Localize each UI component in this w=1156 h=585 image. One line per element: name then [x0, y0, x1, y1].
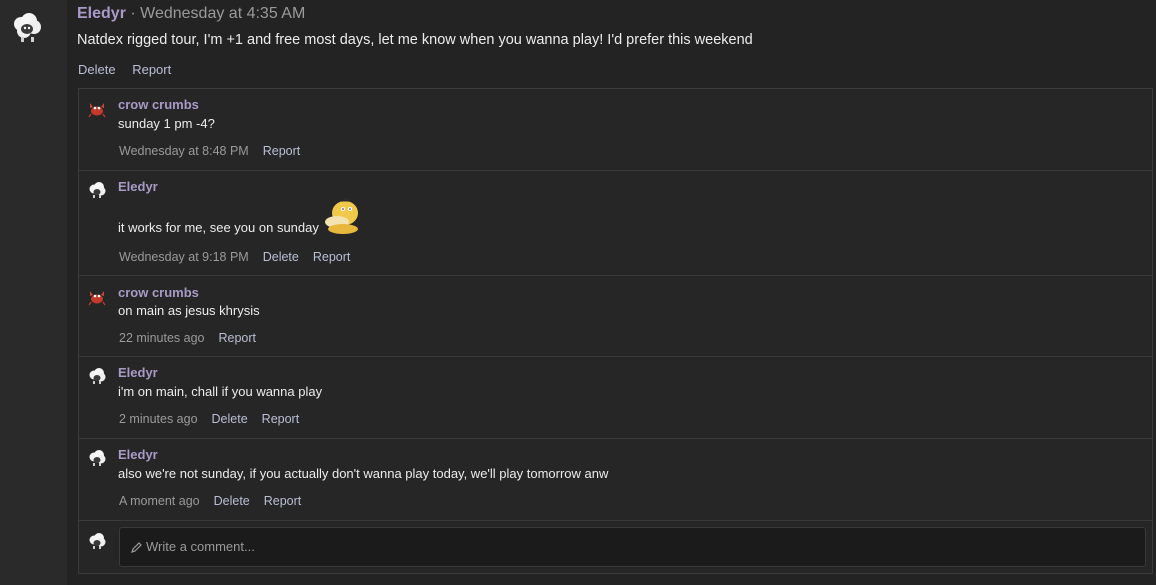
comment-meta: 2 minutes ago Delete Report — [119, 412, 299, 426]
sheep-avatar-icon[interactable] — [87, 180, 107, 200]
comment-text-content: it works for me, see you on sunday — [118, 220, 319, 235]
post-delete-link[interactable]: Delete — [78, 62, 116, 77]
comment-report-link[interactable]: Report — [263, 144, 301, 158]
comment-report-link[interactable]: Report — [218, 331, 256, 345]
comment-author[interactable]: crow crumbs — [118, 97, 199, 112]
comment-input-placeholder: Write a comment... — [146, 539, 255, 554]
sheep-avatar-icon[interactable] — [87, 366, 107, 386]
crab-avatar-icon[interactable] — [87, 287, 107, 307]
comment-time[interactable]: Wednesday at 8:48 PM — [119, 144, 249, 158]
comment-time[interactable]: 2 minutes ago — [119, 412, 198, 426]
comment-text: also we're not sunday, if you actually d… — [118, 466, 609, 481]
sheep-avatar-icon[interactable] — [87, 448, 107, 468]
comment-meta: 22 minutes ago Report — [119, 331, 256, 345]
comment-time[interactable]: 22 minutes ago — [119, 331, 204, 345]
comment-item: Eledyr also we're not sunday, if you act… — [79, 439, 1152, 521]
sheep-avatar-icon[interactable] — [10, 10, 44, 44]
comment-delete-link[interactable]: Delete — [214, 494, 250, 508]
post-timestamp[interactable]: · Wednesday at 4:35 AM — [126, 5, 305, 22]
comment-text: sunday 1 pm -4? — [118, 116, 215, 131]
comment-report-link[interactable]: Report — [264, 494, 302, 508]
post-actions: Delete Report — [78, 62, 184, 77]
comment-item: Eledyr i'm on main, chall if you wanna p… — [79, 357, 1152, 439]
comment-time[interactable]: A moment ago — [119, 494, 200, 508]
left-rail — [0, 0, 67, 585]
post-header: Eledyr · Wednesday at 4:35 AM — [77, 5, 305, 23]
comment-author[interactable]: crow crumbs — [118, 285, 199, 300]
comment-item: crow crumbs on main as jesus khrysis 22 … — [79, 276, 1152, 357]
pencil-icon — [131, 542, 142, 554]
comment-meta: Wednesday at 8:48 PM Report — [119, 144, 300, 158]
comment-delete-link[interactable]: Delete — [263, 250, 299, 264]
comment-author[interactable]: Eledyr — [118, 179, 158, 194]
comment-time[interactable]: Wednesday at 9:18 PM — [119, 250, 249, 264]
post-author[interactable]: Eledyr — [77, 5, 126, 22]
comment-meta: Wednesday at 9:18 PM Delete Report — [119, 250, 350, 264]
comment-list: crow crumbs sunday 1 pm -4? Wednesday at… — [78, 88, 1153, 574]
sheep-avatar-icon — [89, 533, 106, 549]
comment-meta: A moment ago Delete Report — [119, 494, 301, 508]
comment-report-link[interactable]: Report — [262, 412, 300, 426]
comment-text: i'm on main, chall if you wanna play — [118, 384, 323, 399]
comment-report-link[interactable]: Report — [313, 250, 351, 264]
comment-delete-link[interactable]: Delete — [212, 412, 248, 426]
comment-text: it works for me, see you on sunday — [118, 220, 319, 235]
post-body: Natdex rigged tour, I'm +1 and free most… — [77, 32, 753, 48]
psyduck-emoji-icon — [325, 197, 358, 234]
post-report-link[interactable]: Report — [132, 62, 171, 77]
comment-author[interactable]: Eledyr — [118, 365, 158, 380]
comment-author[interactable]: Eledyr — [118, 447, 158, 462]
comment-item: crow crumbs sunday 1 pm -4? Wednesday at… — [79, 89, 1152, 171]
comment-text: on main as jesus khrysis — [118, 303, 260, 318]
comment-input[interactable]: Write a comment... — [119, 527, 1146, 567]
crab-avatar-icon[interactable] — [87, 99, 107, 119]
comment-item: Eledyr it works for me, see you on sunda… — [79, 171, 1152, 276]
comment-composer: Write a comment... — [79, 521, 1152, 574]
